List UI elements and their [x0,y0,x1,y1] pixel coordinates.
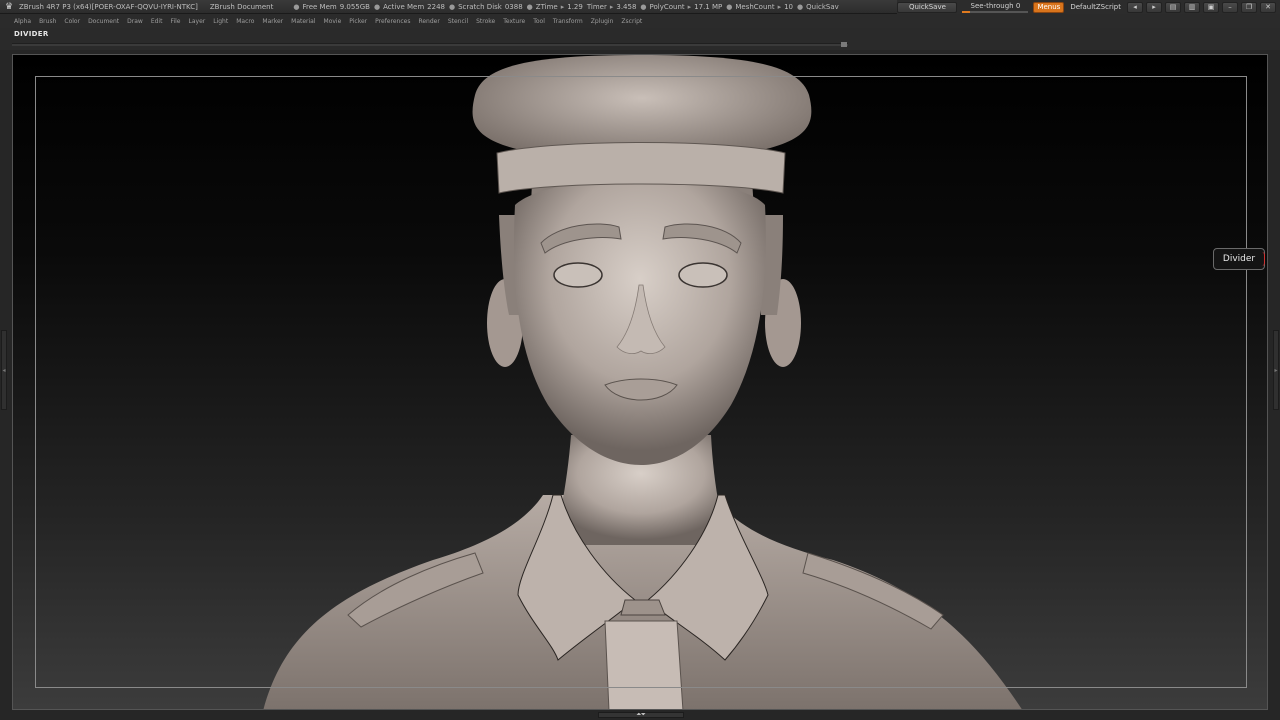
menu-brush[interactable]: Brush [35,18,60,25]
menu-zplugin[interactable]: Zplugin [587,18,618,25]
zbrush-logo-icon: ♛ [4,1,14,12]
tooltip-accent [1262,252,1265,266]
right-tray-handle[interactable]: ▸ [1273,330,1279,410]
eye-right [678,262,728,288]
stat-meshcount: ● MeshCount ▸ 10 [726,2,794,11]
status-stats: ● Free Mem 9.055GB ● Active Mem 2248 ● Scratc… [293,3,838,11]
menu-stencil[interactable]: Stencil [444,18,472,25]
shelf-divider[interactable] [12,43,848,46]
tooltip-text: Divider [1222,254,1256,264]
sculpt-model [263,55,1022,709]
stat-active-mem: ● Active Mem 2248 [374,2,445,11]
title-bar: ♛ ZBrush 4R7 P3 (x64)[POER-OXAF-QQVU-IYR… [0,0,1280,14]
eye-left [553,262,603,288]
left-tray-handle[interactable]: ◂ [1,330,7,410]
see-through-slider[interactable]: See-through 0 [960,2,1030,13]
layout-icon[interactable]: ▤ [1165,1,1181,13]
menus-button[interactable]: Menus [1033,1,1065,13]
quicksave-truncated: ● QuickSav [797,2,839,11]
layout-alt-icon[interactable]: ▥ [1184,1,1200,13]
scroll-left-icon[interactable]: ◂ [1127,1,1143,13]
divider-label: DIVIDER [14,30,49,38]
stat-polycount: ● PolyCount ▸ 17.1 MP [640,2,723,11]
menu-light[interactable]: Light [209,18,232,25]
divider-tooltip: Divider [1213,248,1265,270]
shelf-divider-handle[interactable] [841,42,847,47]
document-name: ZBrush Document [209,2,274,11]
stat-scratch-disk: ● Scratch Disk 0388 [448,2,523,11]
menu-material[interactable]: Material [287,18,319,25]
see-through-value: 0 [1015,1,1021,10]
bottom-tray-handle[interactable]: ⏶⏷ [598,712,684,718]
minimize-icon[interactable]: – [1222,1,1238,13]
restore-icon[interactable]: ❐ [1241,1,1257,13]
menu-marker[interactable]: Marker [258,18,287,25]
scroll-right-icon[interactable]: ▸ [1146,1,1162,13]
document-canvas[interactable] [12,54,1268,710]
menu-transform[interactable]: Transform [549,18,587,25]
see-through-track [962,10,1029,13]
see-through-knob[interactable] [962,10,971,13]
menu-picker[interactable]: Picker [345,18,371,25]
menu-color[interactable]: Color [60,18,84,25]
menu-movie[interactable]: Movie [320,18,346,25]
menu-tool[interactable]: Tool [529,18,549,25]
menu-bar: Alpha Brush Color Document Draw Edit Fil… [0,14,1280,28]
menu-edit[interactable]: Edit [147,18,167,25]
menu-alpha[interactable]: Alpha [10,18,35,25]
menu-draw[interactable]: Draw [123,18,147,25]
palette-shelf: DIVIDER [0,28,1280,50]
quicksave-button[interactable]: QuickSave [897,1,958,13]
tie-knot [620,599,666,616]
stat-ztime: ● ZTime ▸ 1.29 [526,2,583,11]
menu-preferences[interactable]: Preferences [371,18,414,25]
menu-stroke[interactable]: Stroke [472,18,499,25]
see-through-label: See-through [970,1,1014,10]
app-title: ZBrush 4R7 P3 (x64)[POER-OXAF-QQVU-IYRI-… [19,2,198,11]
stat-timer: Timer ▸ 3.458 [586,2,637,11]
close-icon[interactable]: ✕ [1260,1,1276,13]
lock-icon[interactable]: ▣ [1203,1,1219,13]
title-bar-controls: QuickSave See-through 0 Menus DefaultZSc… [897,0,1280,14]
menu-layer[interactable]: Layer [185,18,210,25]
menu-texture[interactable]: Texture [499,18,529,25]
menu-document[interactable]: Document [84,18,123,25]
menu-macro[interactable]: Macro [232,18,258,25]
menu-render[interactable]: Render [414,18,443,25]
tie [604,620,684,709]
menu-zscript[interactable]: Zscript [617,18,646,25]
stat-free-mem: ● Free Mem 9.055GB [293,2,370,11]
default-zscript-button[interactable]: DefaultZScript [1067,3,1124,11]
menu-file[interactable]: File [166,18,184,25]
